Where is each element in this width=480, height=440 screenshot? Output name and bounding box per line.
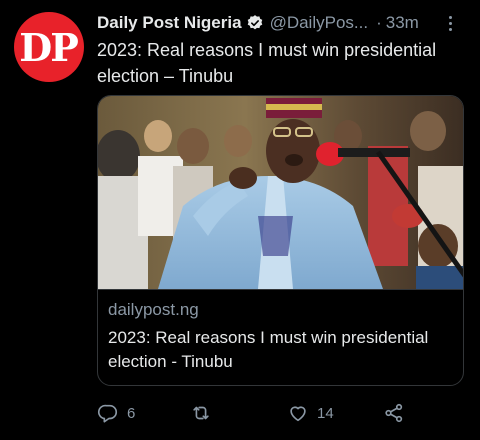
card-image[interactable] [98,96,464,289]
like-button[interactable]: 14 [287,400,334,426]
reply-button[interactable]: 6 [97,400,135,426]
display-name[interactable]: Daily Post Nigeria [97,13,242,33]
like-count: 14 [317,404,334,422]
card-domain: dailypost.ng [108,300,199,319]
separator-dot: · [376,13,382,32]
tweet-actions: 6 14 [97,400,427,426]
avatar[interactable]: DP [14,12,84,82]
reply-icon [98,404,118,423]
user-handle[interactable]: @DailyPos... [270,13,369,33]
share-button[interactable] [383,400,405,426]
heart-icon [290,406,306,422]
retweet-button[interactable] [189,400,221,426]
tweet[interactable]: DP Daily Post Nigeria @DailyPos... · 33m… [0,0,480,440]
tweet-header: Daily Post Nigeria @DailyPos... · 33m [97,11,466,35]
link-card[interactable]: dailypost.ng 2023: Real reasons I must w… [97,95,464,386]
card-title: 2023: Real reasons I must win presidenti… [108,328,429,371]
avatar-logo-text: DP [19,24,79,70]
card-body[interactable]: dailypost.ng 2023: Real reasons I must w… [98,289,463,371]
reply-count: 6 [127,404,136,422]
retweet-icon [193,406,209,420]
more-options-icon[interactable] [442,13,458,33]
timestamp[interactable]: 33m [386,13,419,33]
verified-badge-icon [247,15,262,30]
share-icon [385,403,403,423]
tweet-text: 2023: Real reasons I must win presidenti… [97,40,437,86]
